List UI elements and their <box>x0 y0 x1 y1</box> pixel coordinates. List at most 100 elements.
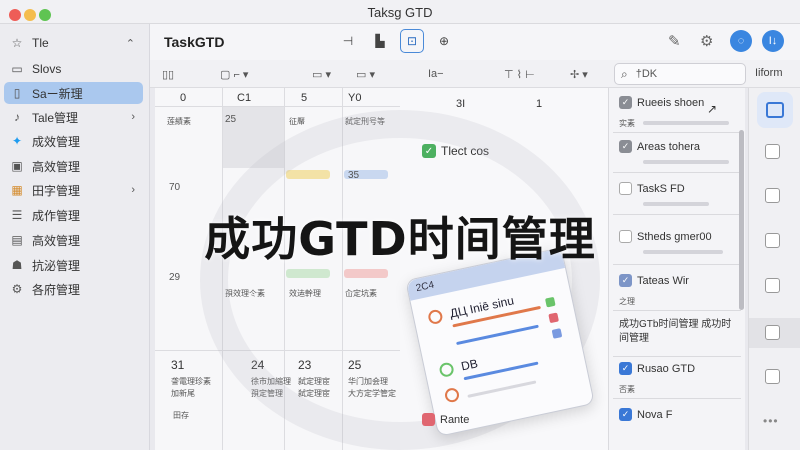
calendar-day[interactable]: 70 <box>169 182 180 193</box>
checkbox-checked[interactable]: ✓ <box>619 96 632 109</box>
pin-dropdown[interactable]: ✢ ▾ <box>570 64 588 84</box>
task-item[interactable]: ✓ Nova F <box>619 408 672 421</box>
view-split-button[interactable]: ⊣ <box>336 29 360 53</box>
avatar-button[interactable]: I↓ <box>762 30 784 52</box>
window-title: Taksg GTD <box>367 5 433 20</box>
chat-button[interactable]: ◌ <box>730 30 752 52</box>
floating-task-card[interactable]: 2C4 ДЦ Iniē sinu DB <box>405 247 595 437</box>
calendar-day[interactable]: C1 <box>237 92 251 104</box>
calendar-day[interactable]: 5 <box>301 92 307 104</box>
color-dot <box>548 312 559 324</box>
rante-icon <box>422 413 435 426</box>
sidebar-item-label: 田字管理 <box>32 183 81 198</box>
avatar-label: I↓ <box>768 35 778 47</box>
column-number: 1 <box>536 98 543 110</box>
status-ring-icon <box>443 386 461 404</box>
doc-icon: ▯ <box>13 86 21 100</box>
sidebar-item-success[interactable]: ✦ 成效管理 <box>4 130 143 152</box>
color-dot <box>544 296 556 308</box>
task-label: TaskS FD <box>637 182 685 195</box>
task-label: Nova F <box>637 408 673 421</box>
sidebar-item-efficiency[interactable]: ▣ 高效管理 <box>4 155 143 177</box>
search-input[interactable]: ⌕ †DK <box>614 63 746 85</box>
view-list-button[interactable]: ⊡ <box>400 29 424 53</box>
sidebar-item-slovs[interactable]: ▭ Slovs <box>4 58 143 80</box>
sidebar-item-settings[interactable]: ⚙ 各府管理 <box>4 278 143 300</box>
layout-toggle-button[interactable]: ▯▯ <box>162 64 174 84</box>
sidebar-item-field[interactable]: ▦ 田字管理 › <box>4 179 143 201</box>
checkbox-checked[interactable]: ✓ <box>619 362 632 375</box>
filter-buttons[interactable]: ⊤ ⌇ ⊢ <box>504 64 535 84</box>
box-dropdown[interactable]: ▭ ▾ <box>356 64 375 84</box>
calendar-button[interactable] <box>757 92 793 128</box>
sidebar-item-tale[interactable]: ♪ Tale管理 › <box>4 106 143 128</box>
calendar-event[interactable]: 詟電理珍素 <box>171 376 211 387</box>
gear-icon: ⚙ <box>11 282 23 296</box>
sidebar-item-new-manage[interactable]: ▯ Saー新理 <box>4 82 143 104</box>
calendar-day[interactable]: 0 <box>180 92 186 104</box>
box-icon: ▭ ▾ <box>356 68 375 81</box>
view-columns-button[interactable]: ⊕ <box>432 29 456 53</box>
task-progress <box>643 121 729 125</box>
checkbox-checked[interactable]: ✓ <box>619 274 632 287</box>
pen-icon[interactable]: ✎ <box>668 32 681 50</box>
task-subtext: 实素 <box>619 119 635 128</box>
chevron-right-icon[interactable]: › <box>131 111 135 123</box>
checkbox-empty[interactable] <box>765 325 780 340</box>
chevron-up-icon[interactable]: ⌃ <box>126 37 135 50</box>
divider <box>613 356 741 357</box>
sidebar-item-label: 成效管理 <box>32 134 81 149</box>
task-item[interactable]: ✓ Rusao GTD <box>619 362 695 375</box>
rante-item[interactable]: Rante <box>422 413 469 426</box>
board-view-icon: ▙ <box>375 34 385 48</box>
checkbox-empty[interactable] <box>765 188 780 203</box>
divider <box>613 310 741 311</box>
folder-icon: ▭ ▾ <box>312 68 331 81</box>
calendar-event[interactable]: 加新尾 <box>171 388 195 399</box>
checkbox-checked[interactable]: ✓ <box>619 140 632 153</box>
app-header: TaskGTD ⊣ ▙ ⊡ ⊕ ✎ ⚙ ◌ I↓ <box>150 24 800 60</box>
task-item[interactable]: ✓ Tateas Wir <box>619 274 689 287</box>
overlay-headline: 成功GTD时间管理 <box>204 212 596 266</box>
gear-icon[interactable]: ⚙ <box>700 32 713 50</box>
columns-view-icon: ⊕ <box>438 34 450 48</box>
card-line: ДЦ Iniē sinu <box>448 293 516 321</box>
calendar-event[interactable]: 田存 <box>173 410 189 421</box>
checkbox-empty[interactable] <box>619 182 632 195</box>
more-icon[interactable]: ••• <box>763 414 779 428</box>
tray-icon: ▭ <box>11 62 23 76</box>
chevron-right-icon[interactable]: › <box>131 184 135 196</box>
sort-dropdown[interactable]: Ia− <box>428 64 444 84</box>
clipboard-dropdown[interactable]: ▢ ⌐ ▾ <box>220 64 248 84</box>
folder-dropdown[interactable]: ▭ ▾ <box>312 64 331 84</box>
calendar-event[interactable]: 莲績素 <box>167 116 191 127</box>
sidebar-item-label: 各府管理 <box>32 282 81 297</box>
sidebar-item-label: Saー新理 <box>32 86 83 101</box>
right-panel: ••• <box>748 88 800 450</box>
column-number: 3I <box>456 98 466 110</box>
calendar-day[interactable]: 29 <box>169 272 180 283</box>
sort-label: Ia− <box>428 68 444 80</box>
task-item[interactable]: ✓ Areas tohera <box>619 140 700 153</box>
task-item[interactable]: ✓ Rueeis shoen <box>619 96 704 109</box>
card-line: DB <box>459 356 480 374</box>
checkbox-empty[interactable] <box>765 144 780 159</box>
star-icon: ☆ <box>11 36 23 50</box>
view-board-button[interactable]: ▙ <box>368 29 392 53</box>
task-progress <box>643 160 729 164</box>
sidebar-item-favorites[interactable]: ☆ Tle ⌃ <box>4 32 143 54</box>
calendar-event[interactable]: 征厴 <box>289 116 305 127</box>
calendar-day[interactable]: 31 <box>171 358 184 372</box>
checkbox-checked[interactable]: ✓ <box>619 408 632 421</box>
task-item[interactable]: TaskS FD <box>619 182 685 195</box>
calendar-day[interactable]: 25 <box>225 114 236 125</box>
calendar-day[interactable]: Y0 <box>348 92 361 104</box>
checkbox-empty[interactable] <box>765 369 780 384</box>
bird-icon: ✦ <box>11 134 23 148</box>
sidebar-item-label: Slovs <box>32 62 62 76</box>
calendar-divider <box>155 106 400 107</box>
task-list: ✓ Rueeis shoen 实素 ↗ ✓ Areas tohera TaskS… <box>608 88 745 450</box>
layout-icon: ▯▯ <box>162 68 175 81</box>
task-note[interactable]: 成功GTb时间管理 成功时间管理 <box>619 318 737 346</box>
checkbox-empty[interactable] <box>765 278 780 293</box>
